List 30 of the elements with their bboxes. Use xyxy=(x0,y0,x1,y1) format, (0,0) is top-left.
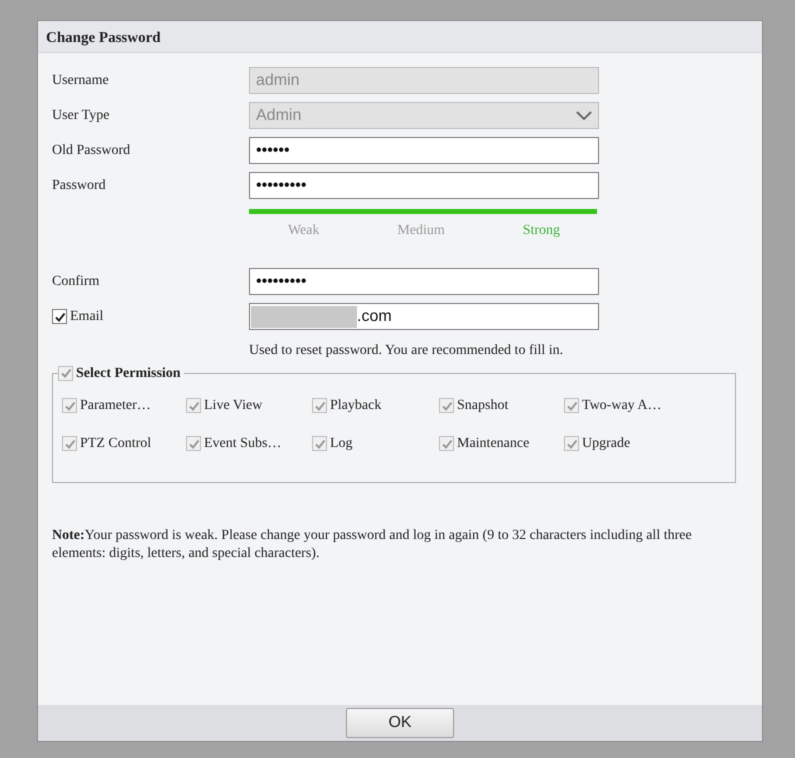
field-label: Confirm xyxy=(52,273,100,291)
help-text: Used to reset password. You are recommended to fill in. xyxy=(249,342,564,360)
field-label: Old Password xyxy=(52,142,132,160)
strength-label: Strong xyxy=(522,222,560,240)
field-label: Email xyxy=(70,308,104,326)
permission-label: Maintenance xyxy=(457,435,530,453)
permission-label: Event Subs… xyxy=(204,435,282,453)
field-label: Username xyxy=(52,72,110,90)
field-label: Password xyxy=(52,177,107,195)
field-label: User Type xyxy=(52,107,110,125)
permission-label: Live View xyxy=(204,397,262,415)
permission-label: Snapshot xyxy=(457,397,508,415)
ok-button[interactable]: OK xyxy=(346,708,454,738)
caret-icon xyxy=(576,110,592,120)
permission-label: PTZ Control xyxy=(80,435,152,453)
permission-label: Playback xyxy=(330,397,382,415)
permission-label: Upgrade xyxy=(582,435,630,453)
checkbox[interactable] xyxy=(52,309,67,324)
strength-label: Weak xyxy=(288,222,320,240)
note-text: Note:Your password is weak. Please change your password and log in again (9 to 32 characters including all three elements: digits, letters, and special characters). xyxy=(52,527,693,562)
permission-label: Parameter… xyxy=(80,397,151,415)
strength-label: Medium xyxy=(397,222,445,240)
input-field[interactable]: •••••• xyxy=(249,137,599,164)
email-field[interactable]: .com xyxy=(249,303,599,330)
input-field[interactable]: ••••••••• xyxy=(249,268,599,295)
dialog-title: Change Password xyxy=(46,30,161,46)
permission-label: Two-way A… xyxy=(582,397,662,415)
group-title: Select Permission xyxy=(76,364,181,382)
input-field[interactable]: ••••••••• xyxy=(249,172,599,199)
permission-label: Log xyxy=(330,435,353,453)
